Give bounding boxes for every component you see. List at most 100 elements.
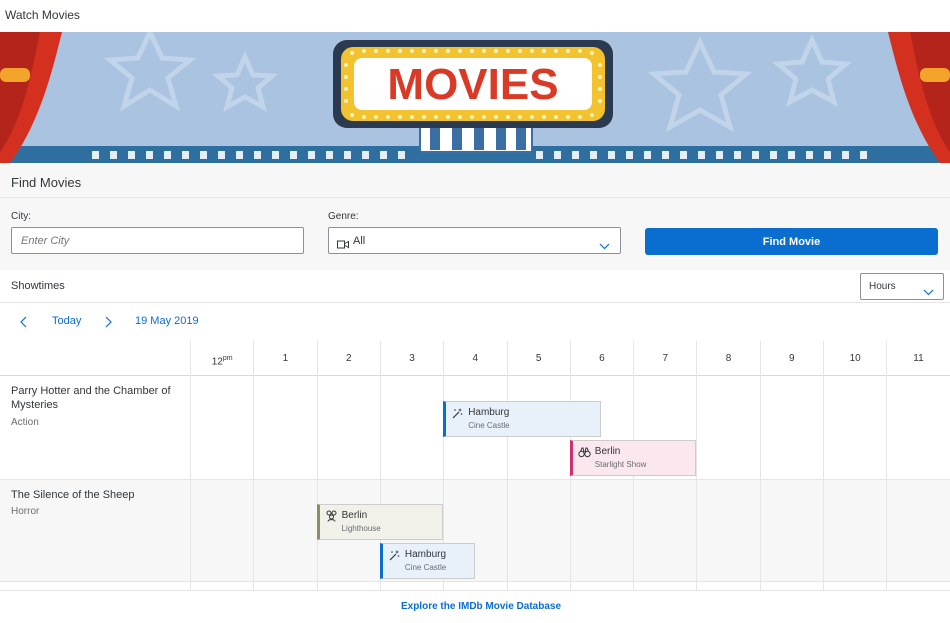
movie-row-partial (0, 582, 950, 591)
grid-line (506, 582, 508, 590)
grid-line (759, 376, 761, 479)
hour-text: 4 (472, 353, 479, 364)
banner-text: MOVIES (387, 60, 558, 109)
grid-line (886, 376, 888, 479)
magic-wand-icon (451, 406, 463, 424)
showtime-cinema: Starlight Show (594, 460, 647, 469)
genre-value: All (353, 235, 366, 247)
find-movies-title: Find Movies (11, 175, 82, 190)
binoculars-icon (578, 445, 591, 463)
grid-line (569, 582, 571, 590)
grid-line (823, 376, 824, 479)
grid-line (696, 582, 698, 590)
grid-line (696, 376, 698, 479)
hour-label: 9 (759, 341, 823, 376)
grid-line (379, 582, 381, 590)
hours-header: 12pm 1 2 3 4 5 6 7 8 9 10 11 (0, 341, 950, 376)
grid-line (253, 376, 255, 479)
magic-wand-icon (388, 548, 400, 566)
grid-line (886, 480, 888, 581)
showtime-city: Hamburg (404, 549, 447, 560)
hour-text: 8 (725, 353, 732, 364)
hour-text: 9 (789, 353, 795, 364)
hour-text: 12 (211, 356, 223, 368)
genre-select[interactable]: All (328, 227, 621, 254)
grid-line (633, 582, 635, 590)
hour-label: 6 (569, 341, 633, 376)
hour-label: 7 (633, 341, 696, 376)
grid-line (316, 582, 318, 590)
showtimes-title: Showtimes (11, 280, 65, 292)
showtime-cinema: Lighthouse (341, 524, 381, 533)
grid-line (443, 582, 445, 590)
hour-text: 1 (282, 353, 289, 364)
movie-genre: Horror (11, 506, 40, 517)
grid-line (190, 376, 191, 479)
city-input[interactable] (11, 227, 304, 254)
grid-line (506, 480, 508, 581)
grid-line (316, 376, 318, 479)
find-movies-header: Find Movies (0, 163, 950, 198)
chevron-down-icon (923, 283, 934, 301)
imdb-link[interactable]: Explore the IMDb Movie Database (0, 601, 950, 612)
view-select-value: Hours (869, 281, 896, 292)
view-select[interactable]: Hours (860, 273, 944, 300)
grid-line (569, 480, 571, 581)
showtime-appointment[interactable]: Hamburg Cine Castle (443, 401, 602, 437)
hour-label: 3 (379, 341, 443, 376)
movie-row: Parry Hotter and the Chamber of Mysterie… (0, 376, 950, 480)
movie-row-header: The Silence of the Sheep Horror (0, 480, 190, 581)
showtime-city: Berlin (341, 510, 368, 521)
showtime-cinema: Cine Castle (468, 421, 510, 430)
date-picker-button[interactable]: 19 May 2019 (135, 315, 199, 327)
today-button[interactable]: Today (52, 315, 81, 327)
grid-line (253, 582, 255, 590)
chevron-left-icon[interactable] (19, 315, 29, 333)
hour-label: 10 (823, 341, 886, 376)
hour-text: 6 (599, 353, 605, 364)
grid-line (696, 480, 698, 581)
grid-line (759, 582, 761, 590)
hour-label: 2 (316, 341, 380, 376)
grid-line (759, 480, 761, 581)
movie-genre: Action (11, 417, 39, 428)
chevron-down-icon (599, 237, 610, 255)
grid-line (823, 480, 824, 581)
grid-line (190, 582, 191, 590)
hour-text: 7 (662, 353, 669, 364)
hour-text: 3 (409, 353, 415, 364)
hour-text: 2 (345, 353, 352, 364)
video-icon (337, 236, 349, 254)
find-movies-form: City: Genre: All Find Movie (0, 198, 950, 270)
hour-label: 5 (506, 341, 570, 376)
chevron-right-icon[interactable] (103, 315, 113, 333)
app-title: Watch Movies (5, 8, 80, 22)
showtime-appointment[interactable]: Berlin Starlight Show (569, 440, 697, 476)
grid-line (633, 480, 635, 581)
hour-text: 5 (535, 353, 542, 364)
hour-text: 10 (849, 353, 861, 364)
hour-label: 12pm (190, 341, 253, 376)
showtime-appointment[interactable]: Hamburg Cine Castle (379, 543, 475, 579)
showtimes-header: Showtimes Hours (0, 270, 950, 303)
grid-line (823, 582, 824, 590)
grid-line (886, 582, 888, 590)
showtime-appointment[interactable]: Berlin Lighthouse (316, 504, 444, 540)
hour-text: 11 (913, 353, 924, 364)
genre-label: Genre: (328, 211, 359, 222)
grid-line (379, 376, 381, 479)
hour-suffix: pm (222, 355, 233, 362)
grid-line (253, 480, 255, 581)
hour-label: 11 (886, 341, 949, 376)
movie-title: Parry Hotter and the Chamber of Mysterie… (11, 385, 171, 411)
showtime-cinema: Cine Castle (404, 563, 447, 572)
find-movie-button[interactable]: Find Movie (645, 228, 938, 255)
calendar-navigation: Today 19 May 2019 (0, 303, 950, 341)
movie-title: The Silence of the Sheep (11, 489, 135, 501)
movies-banner: MOVIES (0, 32, 950, 163)
hour-label: 4 (443, 341, 506, 376)
showtime-city: Berlin (594, 446, 621, 457)
group-icon (325, 509, 338, 527)
hour-label: 8 (696, 341, 759, 376)
city-label: City: (11, 211, 31, 222)
